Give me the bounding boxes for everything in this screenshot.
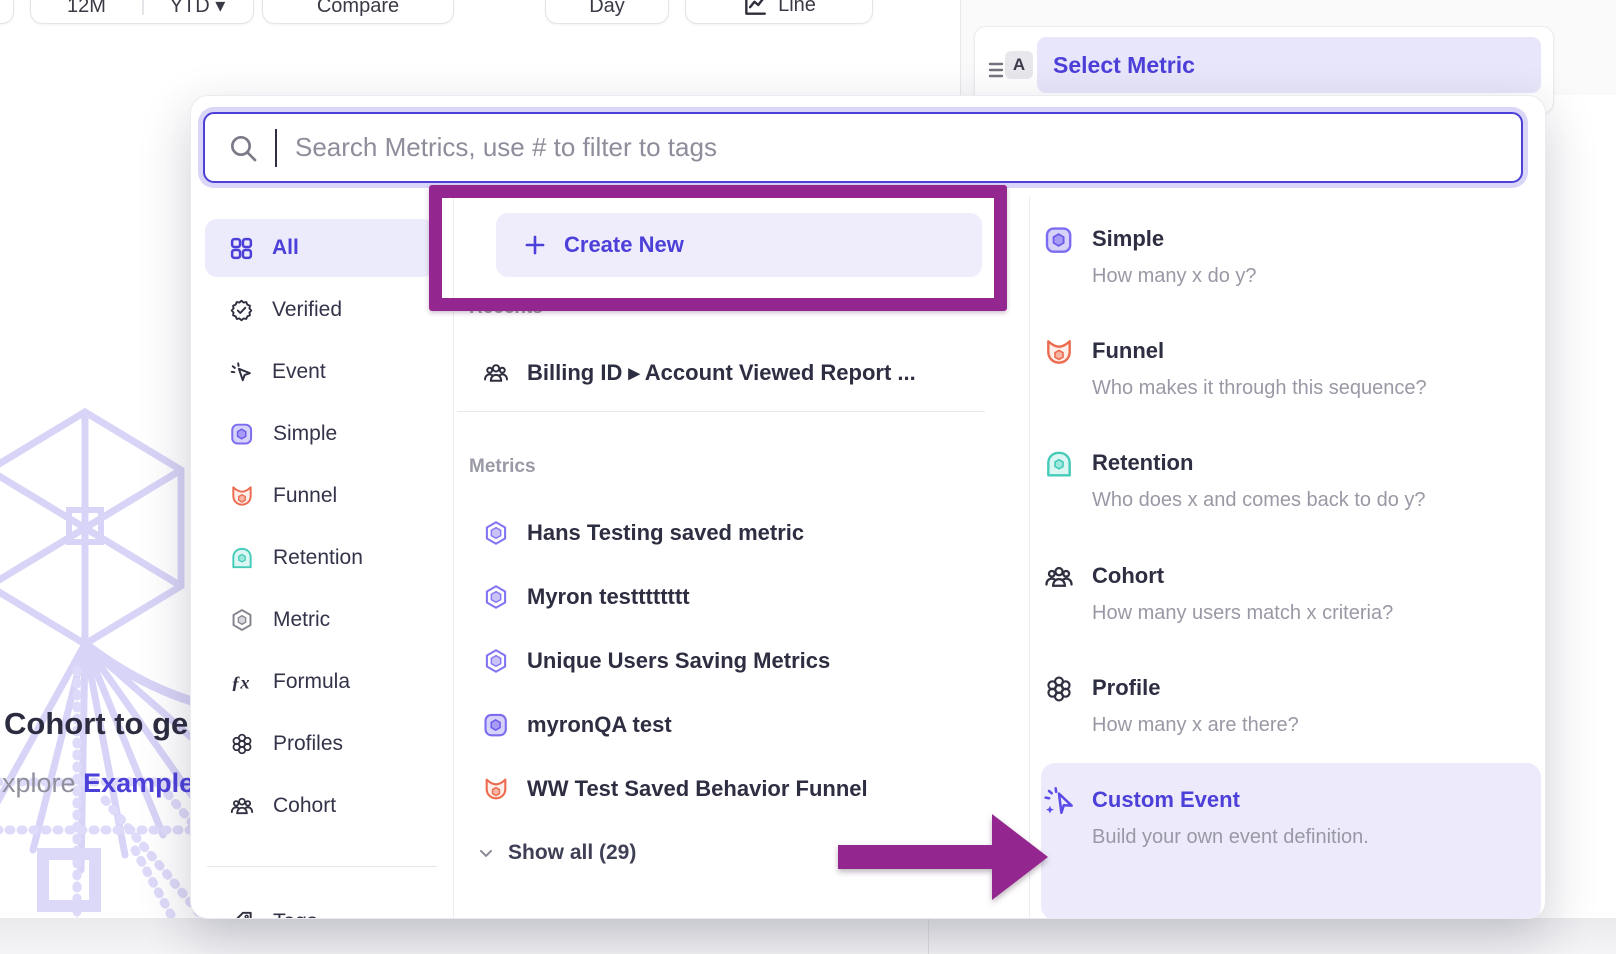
metric-type-profile[interactable]: Profile How many x are there? [1043,673,1531,737]
simple-icon [482,711,510,739]
search-box[interactable] [203,112,1523,183]
wireframe-illustration [0,330,205,954]
background-headline-fragment: Cohort to ge [4,706,188,742]
metric-item[interactable]: Unique Users Saving Metrics [482,639,830,683]
toolbar-button-edge[interactable] [0,0,14,24]
metric-type-simple[interactable]: Simple How many x do y? [1043,224,1531,288]
section-divider [457,411,985,412]
metric-type-funnel[interactable]: Funnel Who makes it through this sequenc… [1043,336,1531,400]
metric-item[interactable]: Myron testttttttt [482,575,690,619]
example-link[interactable]: Example [83,768,194,798]
verified-badge-icon [229,298,254,323]
background-subtext-fragment: xplore Example [2,768,194,799]
metrics-heading: Metrics [469,456,536,478]
retention-icon [229,545,255,571]
tag-icon [229,909,255,919]
metric-type-retention[interactable]: Retention Who does x and comes back to d… [1043,448,1531,512]
metric-item[interactable]: myronQA test [482,703,672,747]
plus-icon [522,232,548,258]
subtext-plain: xplore [2,768,76,798]
line-chart-icon [742,0,768,18]
column-divider [1029,196,1030,918]
metric-type-custom-event[interactable]: Custom Event Build your own event defini… [1043,785,1531,849]
funnel-icon [229,483,255,509]
sidebar-item-funnel[interactable]: Funnel [205,467,435,525]
sidebar-item-formula[interactable]: ƒx Formula [205,653,435,711]
profiles-flower-icon [229,731,255,757]
sidebar-item-verified[interactable]: Verified [205,281,435,339]
sidebar-item-event[interactable]: Event [205,343,435,401]
metric-picker-dropdown: All Verified Event Simple Funnel [190,95,1546,919]
create-new-button[interactable]: Create New [496,213,982,277]
formula-fx-icon: ƒx [229,669,255,695]
chart-type-line-button[interactable]: Line [685,0,873,24]
column-divider [453,196,454,918]
date-range-segmented-control[interactable]: 12M YTD ▾ [30,0,254,24]
sidebar-item-metric[interactable]: Metric [205,591,435,649]
range-ytd-button[interactable]: YTD ▾ [142,0,253,18]
retention-icon [1043,448,1075,480]
svg-text:ƒx: ƒx [231,673,249,693]
recent-item-billing-id[interactable]: Billing ID ▸ Account Viewed Report ... [482,351,916,395]
recents-heading: Recents [469,297,543,319]
simple-icon [229,421,255,447]
select-metric-button[interactable]: Select Metric [1037,37,1541,93]
cohort-people-icon [482,359,510,387]
funnel-icon [1043,336,1075,368]
sidebar-item-cohort[interactable]: Cohort [205,777,435,835]
event-cursor-icon [229,360,254,385]
metric-item[interactable]: Hans Testing saved metric [482,511,804,555]
saved-metric-hexagon-icon [482,519,510,547]
saved-metric-hexagon-icon [482,647,510,675]
sidebar-item-tags[interactable]: Tags [205,893,435,919]
custom-event-sparkle-icon [1043,785,1075,817]
series-a-badge: A [1005,51,1033,79]
compare-button[interactable]: Compare [262,0,454,24]
range-12m-button[interactable]: 12M [31,0,142,18]
simple-icon [1043,224,1075,256]
text-cursor [275,129,277,167]
grid-icon [229,236,254,261]
metric-item[interactable]: WW Test Saved Behavior Funnel [482,767,868,811]
saved-metric-hexagon-icon [482,583,510,611]
sidebar-item-all[interactable]: All [205,219,435,277]
show-all-button[interactable]: Show all (29) [476,832,636,874]
sidebar-item-retention[interactable]: Retention [205,529,435,587]
sidebar-item-profiles[interactable]: Profiles [205,715,435,773]
sidebar-divider [207,866,437,867]
page-bottom-strip [0,918,1616,954]
metric-type-cohort[interactable]: Cohort How many users match x criteria? [1043,561,1531,625]
chevron-down-icon [476,843,496,863]
sidebar-item-simple[interactable]: Simple [205,405,435,463]
search-icon [227,132,259,164]
profiles-flower-icon [1043,673,1075,705]
page-vertical-divider [928,918,929,954]
cohort-people-icon [1043,561,1075,593]
funnel-icon [482,775,510,803]
search-input[interactable] [293,131,1499,164]
cohort-people-icon [229,793,255,819]
granularity-day-button[interactable]: Day [545,0,669,24]
metric-hexagon-icon [229,607,255,633]
